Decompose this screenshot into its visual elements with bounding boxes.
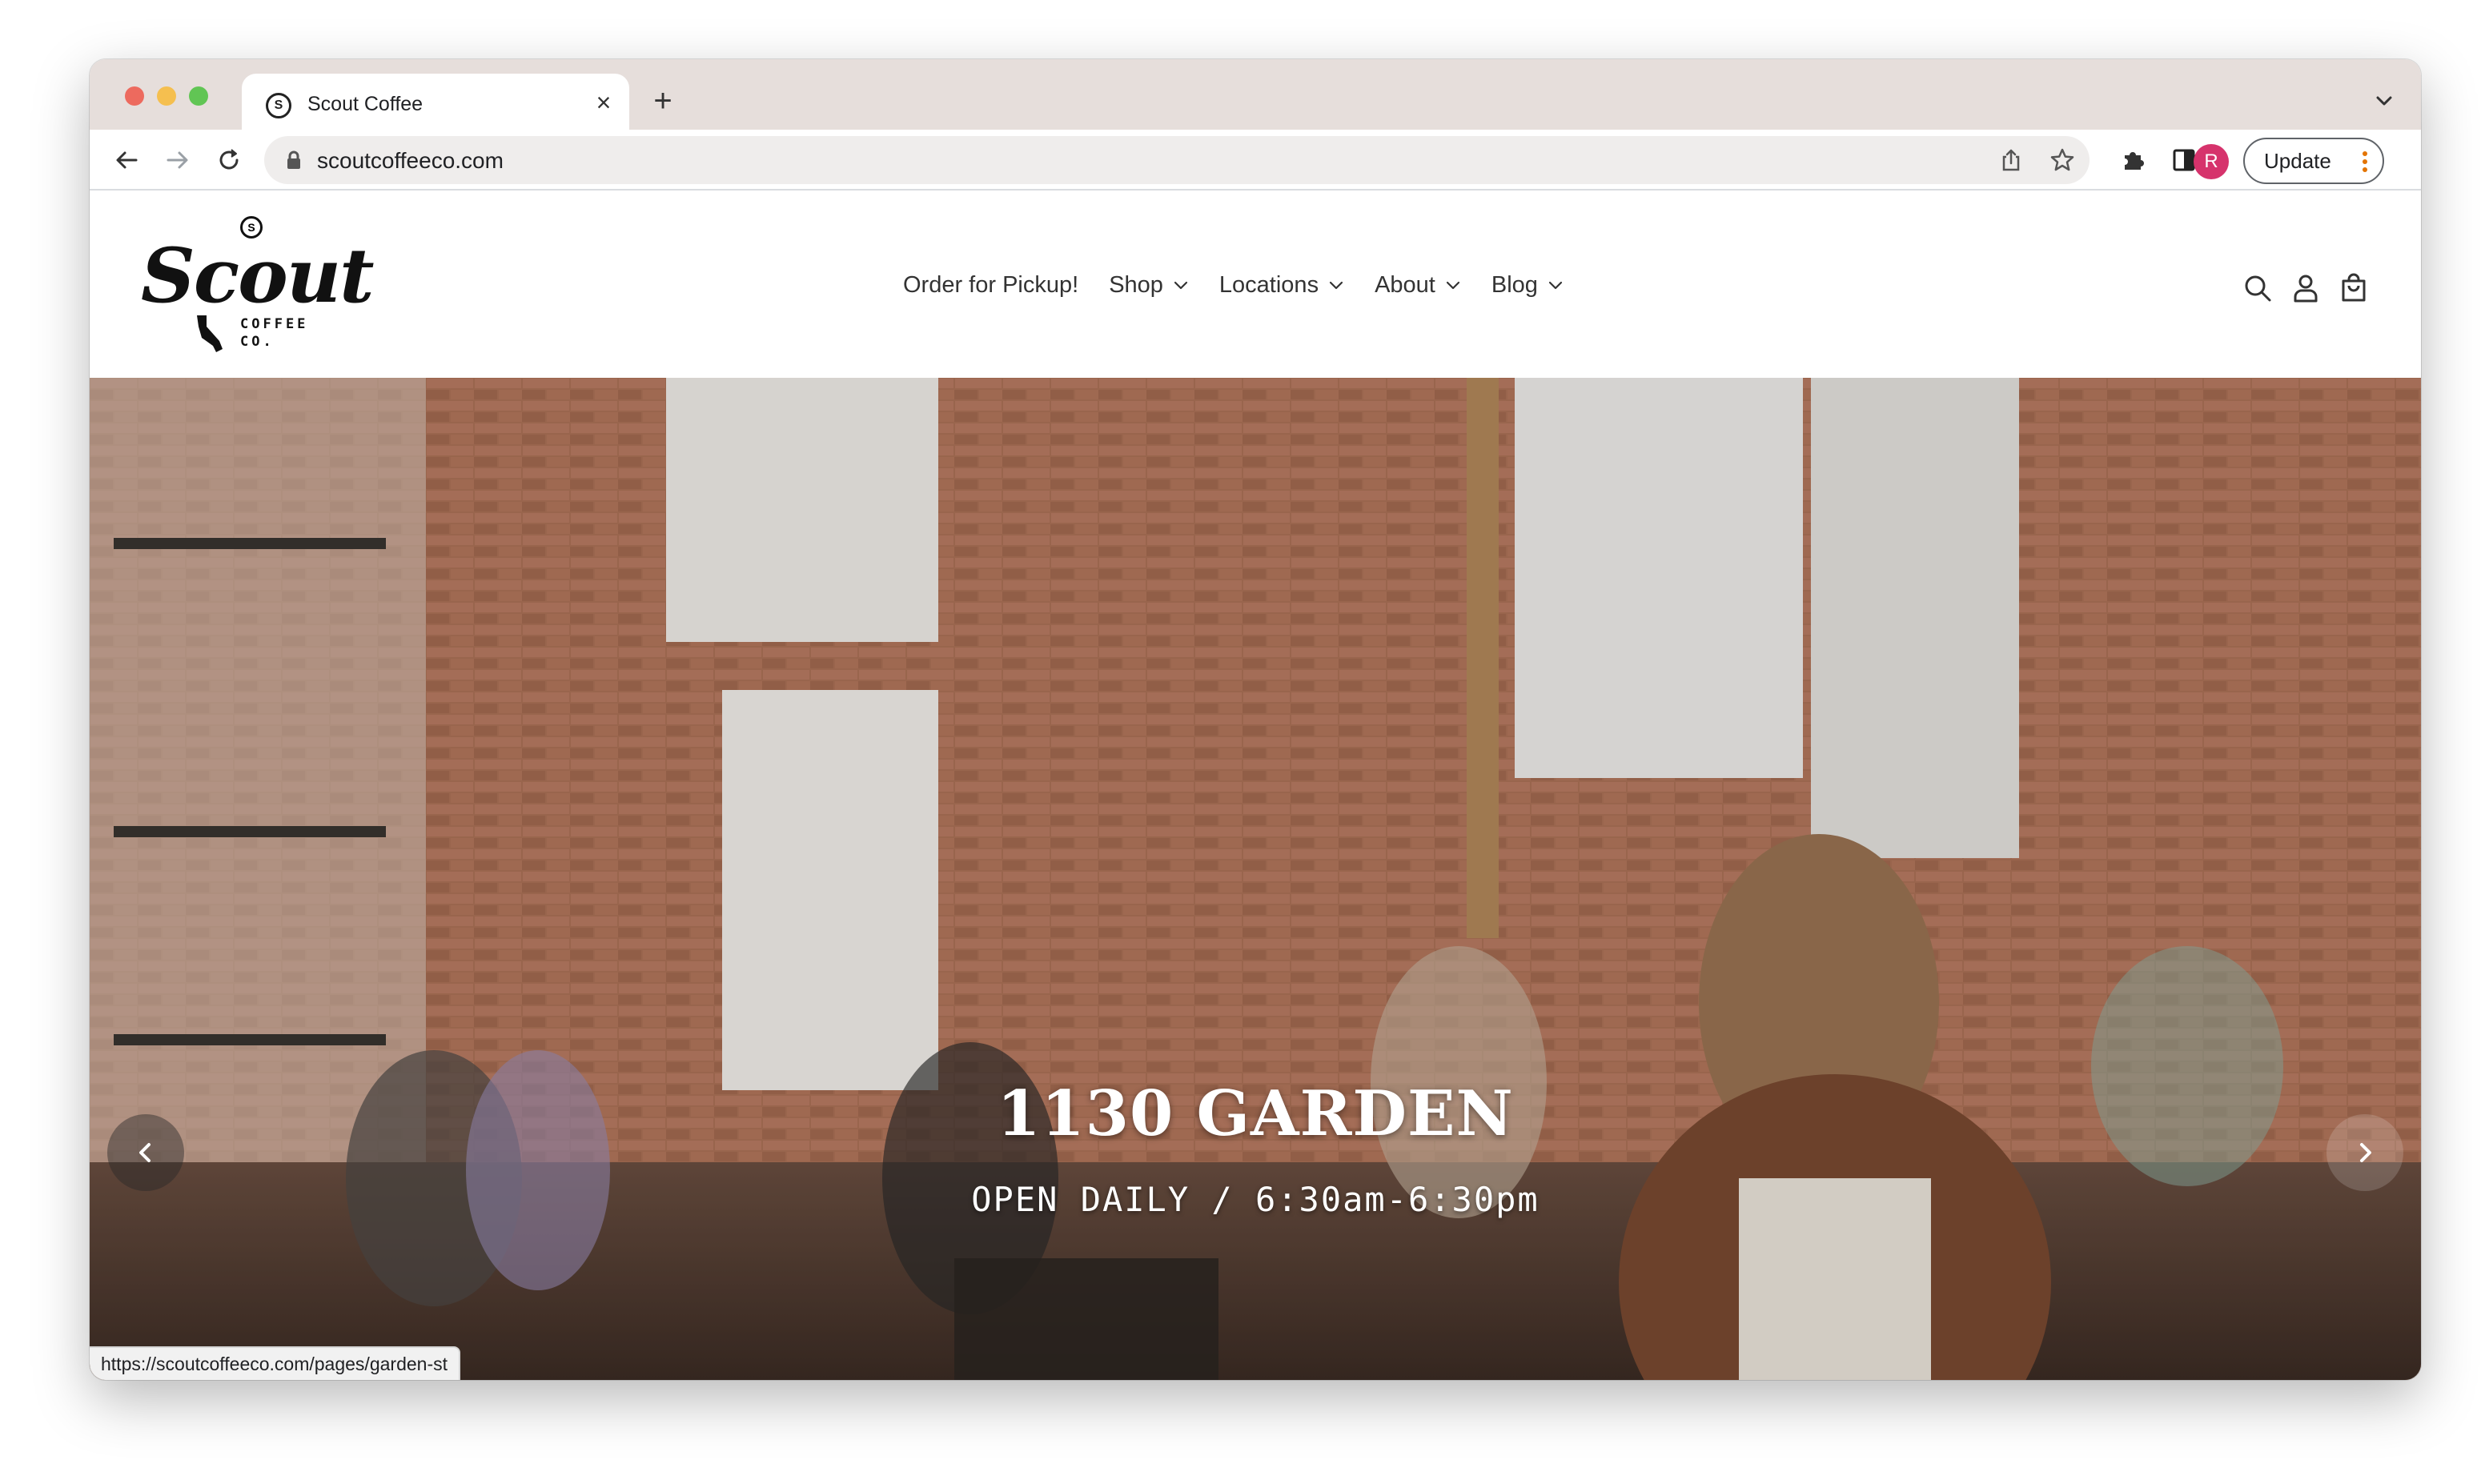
forward-arrow-icon[interactable] [159, 141, 197, 179]
tab-strip: S Scout Coffee × + [90, 59, 2421, 131]
chevron-down-icon [1446, 281, 1459, 290]
chevron-right-icon [2360, 1143, 2371, 1162]
hero-slideshow: 1130 GARDEN OPEN DAILY / 6:30am-6:30pm h… [90, 378, 2421, 1380]
address-bar[interactable]: scoutcoffeeco.com [264, 136, 2090, 184]
hero-subtitle: OPEN DAILY / 6:30am-6:30pm [971, 1180, 1540, 1219]
close-window-button[interactable] [125, 86, 144, 106]
site-favicon-icon: S [266, 93, 291, 118]
profile-avatar[interactable]: R [2194, 144, 2229, 179]
hero-title: 1130 GARDEN [997, 1077, 1514, 1150]
chevron-down-icon [1329, 281, 1343, 290]
nav-label: Order for Pickup! [903, 271, 1079, 298]
share-icon[interactable] [1995, 144, 2027, 176]
next-slide-button[interactable] [2326, 1114, 2403, 1191]
extensions-puzzle-icon[interactable] [2115, 142, 2150, 178]
nav-order-pickup[interactable]: Order for Pickup! [903, 272, 1078, 299]
nav-shop[interactable]: Shop [1109, 272, 1189, 299]
link-status-bar: https://scoutcoffeeco.com/pages/garden-s… [90, 1346, 460, 1380]
menu-dots-icon [2362, 150, 2368, 173]
hero-overlay [90, 378, 2421, 1380]
lock-icon[interactable] [285, 150, 303, 170]
nav-blog[interactable]: Blog [1491, 272, 1564, 299]
nav-label: Blog [1491, 271, 1538, 298]
scout-logo[interactable]: S Scout COFFEE CO. [141, 216, 381, 357]
browser-toolbar: scoutcoffeeco.com R Update [90, 130, 2421, 191]
cart-icon[interactable] [2336, 271, 2371, 306]
previous-slide-button[interactable] [107, 1114, 184, 1191]
chevron-down-icon [1548, 281, 1563, 290]
logo-subtext: COFFEE CO. [240, 315, 308, 351]
nav-about[interactable]: About [1375, 272, 1461, 299]
url-text[interactable]: scoutcoffeeco.com [317, 148, 504, 174]
update-button[interactable]: Update [2243, 138, 2384, 184]
chevron-down-icon [1174, 281, 1188, 290]
minimize-window-button[interactable] [157, 86, 176, 106]
nav-label: Shop [1109, 271, 1163, 298]
tab-close-icon[interactable]: × [589, 88, 618, 117]
nav-locations[interactable]: Locations [1219, 272, 1344, 299]
chevron-left-icon [139, 1143, 151, 1162]
california-state-icon [192, 314, 227, 354]
tab-search-chevron-icon[interactable] [2368, 86, 2400, 115]
maximize-window-button[interactable] [189, 86, 208, 106]
tab-title: Scout Coffee [307, 93, 424, 115]
main-navigation: Order for Pickup! Shop Locations About B… [903, 269, 1594, 301]
logo-wordmark: Scout [141, 232, 375, 320]
update-button-label: Update [2264, 148, 2331, 173]
browser-window: S Scout Coffee × + scoutcoffeeco.com R U… [90, 59, 2421, 1380]
account-icon[interactable] [2288, 271, 2323, 306]
site-header: S Scout COFFEE CO. Order for Pickup! Sho… [90, 191, 2421, 378]
browser-tab[interactable]: S Scout Coffee × [242, 74, 629, 131]
nav-label: About [1375, 271, 1435, 298]
logo-sub-line1: COFFEE [240, 316, 309, 332]
back-arrow-icon[interactable] [107, 141, 146, 179]
search-icon[interactable] [2240, 271, 2275, 306]
nav-label: Locations [1218, 271, 1319, 298]
reload-icon[interactable] [210, 141, 248, 179]
new-tab-button[interactable]: + [645, 83, 680, 118]
bookmark-star-icon[interactable] [2046, 144, 2078, 176]
logo-sub-line2: CO. [240, 334, 275, 350]
